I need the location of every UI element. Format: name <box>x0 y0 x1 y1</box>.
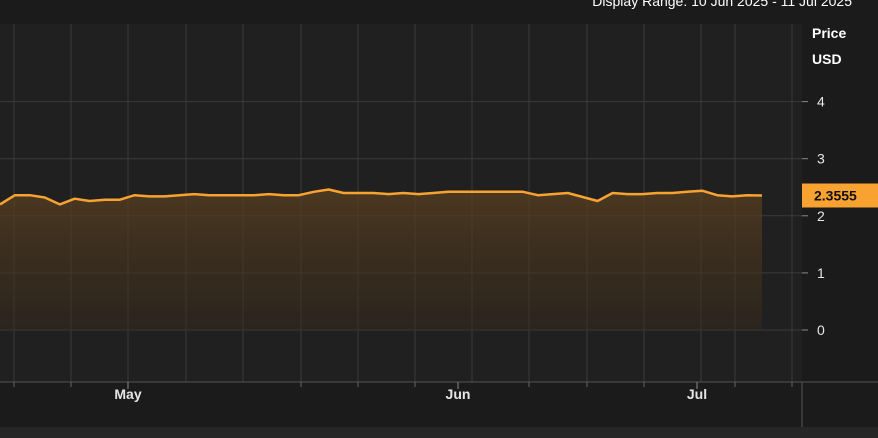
y-tick-label: 0 <box>817 322 825 338</box>
last-price-badge: 2.3555 <box>802 183 878 208</box>
y-tick-label: 3 <box>817 151 825 167</box>
y-tick-label: 4 <box>817 94 825 110</box>
y-axis-title-line: Price <box>812 25 846 41</box>
x-tick-label: Jun <box>446 386 471 402</box>
x-tick-label: May <box>114 386 141 402</box>
last-price-value: 2.3555 <box>814 188 857 204</box>
y-axis-title: Price USD <box>812 25 846 67</box>
x-tick-label: Jul <box>687 386 707 402</box>
y-tick-label: 2 <box>817 208 825 224</box>
x-axis: May Jun Jul <box>0 381 878 438</box>
price-chart: 0 1 2 3 4 May Jun Jul 2.3555 Price USD Display … <box>0 0 878 438</box>
price-area-fill <box>0 189 762 330</box>
y-axis: 0 1 2 3 4 <box>802 94 825 338</box>
y-axis-title-line: USD <box>812 51 842 67</box>
chart-canvas[interactable]: 0 1 2 3 4 May Jun Jul 2.3555 Price USD <box>0 0 878 438</box>
display-range-label: Display Range: 10 Jun 2025 - 11 Jul 2025 <box>592 0 852 9</box>
y-tick-label: 1 <box>817 265 825 281</box>
bottom-strip <box>0 427 878 438</box>
price-area <box>0 189 762 330</box>
